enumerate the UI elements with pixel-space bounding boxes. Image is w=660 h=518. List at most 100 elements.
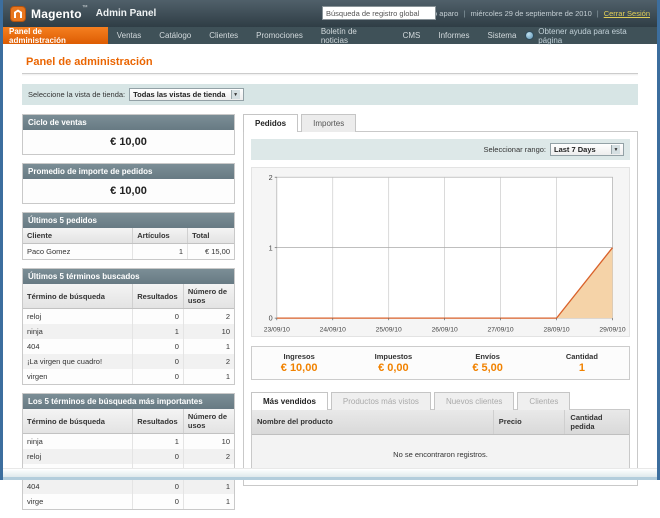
- tab-most-viewed[interactable]: Productos más vistos: [331, 392, 431, 410]
- footer-strip: [0, 468, 660, 480]
- table-row[interactable]: virge 0 1: [23, 494, 234, 509]
- column-header: Precio: [493, 410, 565, 435]
- chevron-down-icon: ▼: [611, 145, 620, 154]
- table-row[interactable]: ninja 1 10: [23, 324, 234, 339]
- card-title: Promedio de importe de pedidos: [23, 164, 234, 179]
- tab-bestsellers[interactable]: Más vendidos: [251, 392, 328, 410]
- title-divider: [22, 73, 638, 76]
- help-globe-icon: [525, 31, 534, 40]
- page-content: Panel de administración Seleccione la vi…: [0, 44, 660, 518]
- table-row[interactable]: Paco Gomez 1 € 15,00: [23, 244, 234, 260]
- column-header: Término de búsqueda: [23, 284, 133, 309]
- column-header: Cliente: [23, 228, 133, 244]
- separator: |: [597, 9, 599, 18]
- svg-text:24/09/10: 24/09/10: [320, 327, 346, 334]
- tab-amounts[interactable]: Importes: [301, 114, 356, 132]
- last-orders-card: Últimos 5 pedidos Cliente Artículos Tota…: [22, 212, 235, 260]
- dashboard-left-column: Ciclo de ventas € 10,00 Promedio de impo…: [22, 114, 235, 518]
- nav-item-cms[interactable]: CMS: [394, 27, 430, 44]
- nav-item-reports[interactable]: Informes: [429, 27, 478, 44]
- page-help-link[interactable]: Obtener ayuda para esta página: [525, 27, 660, 44]
- table-row[interactable]: virgen 0 1: [23, 369, 234, 384]
- nav-item-newsletter[interactable]: Boletín de noticias: [312, 27, 394, 44]
- nav-item-system[interactable]: Sistema: [479, 27, 526, 44]
- tab-customers[interactable]: Clientes: [517, 392, 570, 410]
- nav-item-catalog[interactable]: Catálogo: [150, 27, 200, 44]
- stat-quantity: Cantidad 1: [535, 352, 629, 374]
- nav-item-promotions[interactable]: Promociones: [247, 27, 312, 44]
- brand-suffix: Admin Panel: [96, 8, 157, 19]
- svg-text:28/09/10: 28/09/10: [543, 327, 569, 334]
- magento-logo: Magento™ Admin Panel: [10, 5, 156, 23]
- app-header: Magento™ Admin Panel Accedió como aparo …: [0, 0, 660, 27]
- card-title: Ciclo de ventas: [23, 115, 234, 130]
- average-orders-card: Promedio de importe de pedidos € 10,00: [22, 163, 235, 204]
- nav-item-sales[interactable]: Ventas: [108, 27, 150, 44]
- svg-text:1: 1: [269, 243, 273, 252]
- top-search-terms-table: Término de búsqueda Resultados Número de…: [23, 409, 234, 509]
- svg-text:0: 0: [269, 314, 273, 323]
- magento-logo-icon: [10, 6, 26, 22]
- card-title: Los 5 términos de búsqueda más important…: [23, 394, 234, 409]
- help-label: Obtener ayuda para esta página: [538, 27, 650, 45]
- nav-item-dashboard[interactable]: Panel de administración: [0, 27, 108, 44]
- last-orders-table: Cliente Artículos Total Paco Gomez 1 € 1…: [23, 228, 234, 259]
- table-row[interactable]: 404 0 1: [23, 339, 234, 354]
- main-nav: Panel de administración Ventas Catálogo …: [0, 27, 660, 44]
- svg-text:2: 2: [269, 173, 273, 182]
- average-orders-value: € 10,00: [23, 179, 234, 203]
- column-header: Total: [188, 228, 234, 244]
- lifetime-sales-card: Ciclo de ventas € 10,00: [22, 114, 235, 155]
- tab-new-customers[interactable]: Nuevos clientes: [434, 392, 514, 410]
- column-header: Resultados: [133, 409, 184, 434]
- stat-revenue: Ingresos € 10,00: [252, 352, 346, 374]
- store-view-label: Seleccione la vista de tienda:: [28, 90, 125, 99]
- table-row[interactable]: ¡La virgen que cuadro! 0 2: [23, 354, 234, 369]
- orders-area-chart: 0 1 2 23/09/10 24/09/10 25/09/10 26/09/10 27/09…: [254, 171, 627, 335]
- chart-panel: Seleccionar rango: Last 7 Days ▼ 0 1 2 23/0…: [243, 131, 638, 486]
- card-title: Últimos 5 pedidos: [23, 213, 234, 228]
- range-label: Seleccionar rango:: [483, 145, 546, 154]
- stat-shipping: Envíos € 5,00: [441, 352, 535, 374]
- card-title: Últimos 5 términos buscados: [23, 269, 234, 284]
- store-view-bar: Seleccione la vista de tienda: Todas las…: [22, 84, 638, 105]
- brand-name: Magento™: [31, 5, 88, 23]
- svg-text:26/09/10: 26/09/10: [432, 327, 458, 334]
- bestsellers-table: Nombre del producto Precio Cantidad pedi…: [252, 410, 629, 435]
- column-header: Resultados: [133, 284, 184, 309]
- table-row[interactable]: reloj 0 2: [23, 309, 234, 325]
- svg-text:23/09/10: 23/09/10: [264, 327, 290, 334]
- separator: |: [463, 9, 465, 18]
- range-bar: Seleccionar rango: Last 7 Days ▼: [251, 139, 630, 160]
- tab-orders[interactable]: Pedidos: [243, 114, 298, 132]
- last-search-terms-card: Últimos 5 términos buscados Término de b…: [22, 268, 235, 385]
- chart-tabs: Pedidos Importes: [243, 114, 638, 132]
- svg-text:25/09/10: 25/09/10: [376, 327, 402, 334]
- range-select[interactable]: Last 7 Days ▼: [550, 143, 624, 156]
- table-row[interactable]: ninja 1 10: [23, 434, 234, 450]
- dashboard-right-column: Pedidos Importes Seleccionar rango: Last…: [243, 114, 638, 518]
- lifetime-sales-value: € 10,00: [23, 130, 234, 154]
- page-title: Panel de administración: [26, 56, 638, 68]
- column-header: Número de usos: [183, 284, 234, 309]
- nav-item-customers[interactable]: Clientes: [200, 27, 247, 44]
- column-header: Artículos: [133, 228, 188, 244]
- table-row[interactable]: 404 0 1: [23, 479, 234, 494]
- column-header: Nombre del producto: [252, 410, 493, 435]
- column-header: Término de búsqueda: [23, 409, 133, 434]
- store-view-select[interactable]: Todas las vistas de tienda ▼: [129, 88, 243, 101]
- totals-row: Ingresos € 10,00 Impuestos € 0,00 Envíos…: [251, 346, 630, 380]
- logout-link[interactable]: Cerrar Sesión: [604, 9, 650, 18]
- current-date: miércoles 29 de septiembre de 2010: [470, 9, 591, 18]
- last-search-terms-table: Término de búsqueda Resultados Número de…: [23, 284, 234, 384]
- svg-text:27/09/10: 27/09/10: [488, 327, 514, 334]
- stat-tax: Impuestos € 0,00: [346, 352, 440, 374]
- table-row[interactable]: reloj 0 2: [23, 449, 234, 464]
- column-header: Cantidad pedida: [565, 410, 629, 435]
- chevron-down-icon: ▼: [231, 90, 240, 99]
- svg-text:29/09/10: 29/09/10: [599, 327, 625, 334]
- top-search-terms-card: Los 5 términos de búsqueda más important…: [22, 393, 235, 510]
- products-section: Más vendidos Productos más vistos Nuevos…: [251, 392, 630, 478]
- products-tabs: Más vendidos Productos más vistos Nuevos…: [251, 392, 630, 410]
- global-search-input[interactable]: [322, 6, 436, 20]
